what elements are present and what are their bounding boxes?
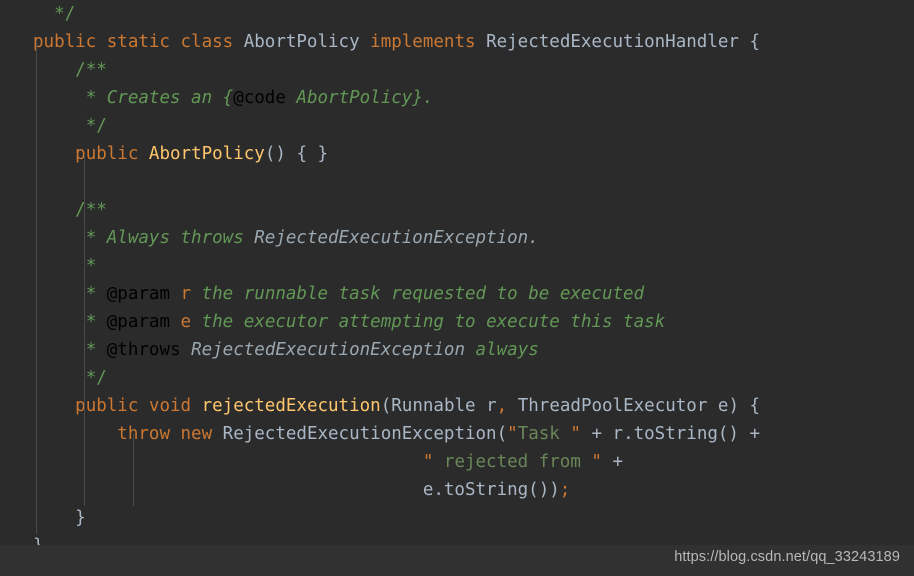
code-token: * <box>85 340 107 360</box>
code-token: { <box>749 32 761 52</box>
code-token: /** <box>75 60 107 80</box>
code-token: * <box>85 312 107 332</box>
code-token: " <box>570 424 581 444</box>
code-token: the runnable task requested to be execut… <box>191 284 645 304</box>
code-token: * Always throws <box>85 228 255 248</box>
code-line[interactable]: " rejected from " + <box>0 448 914 476</box>
code-token: RejectedExecutionException. <box>254 228 539 248</box>
code-line[interactable]: public AbortPolicy() { } <box>0 140 914 168</box>
code-token: { <box>749 396 761 416</box>
code-editor-surface[interactable]: */ public static class AbortPolicy implem… <box>0 0 914 556</box>
code-line[interactable]: * Creates an {@code AbortPolicy}. <box>0 84 914 112</box>
code-line[interactable]: /** <box>0 196 914 224</box>
code-token: */ <box>54 4 76 24</box>
code-token: , <box>496 396 508 416</box>
indent-guide <box>133 434 134 506</box>
code-line[interactable]: throw new RejectedExecutionException("Ta… <box>0 420 914 448</box>
code-token: } <box>75 508 86 528</box>
code-token: @param <box>106 284 170 304</box>
code-token: RejectedExecutionException( <box>222 424 508 444</box>
code-token: */ <box>85 368 107 388</box>
code-token: e <box>169 312 192 332</box>
code-token: " <box>507 424 518 444</box>
code-line[interactable]: e.toString()); <box>0 476 914 504</box>
code-token: " <box>422 452 434 472</box>
code-token: @throws <box>106 340 181 360</box>
indent-guide <box>84 154 85 214</box>
code-token: r <box>475 396 497 416</box>
code-line[interactable]: /** <box>0 56 914 84</box>
code-line[interactable]: */ <box>0 0 914 28</box>
indent-guide <box>36 42 37 534</box>
code-token: { } <box>296 144 329 164</box>
code-line[interactable]: */ <box>0 112 914 140</box>
code-token: Runnable <box>391 396 476 416</box>
code-token: ; <box>559 480 571 500</box>
code-token: r <box>169 284 192 304</box>
code-token: the executor attempting to execute this … <box>191 312 666 332</box>
code-line[interactable]: */ <box>0 364 914 392</box>
code-token: @param <box>106 312 170 332</box>
code-token: rejected from <box>433 452 592 472</box>
code-line[interactable] <box>0 168 914 196</box>
code-token: public void <box>75 396 202 416</box>
code-token: implements <box>359 32 487 52</box>
code-token: public static class <box>33 32 244 52</box>
code-token: () <box>264 144 297 164</box>
code-token: Task <box>517 424 571 444</box>
code-token: * <box>85 256 97 276</box>
code-token: rejectedExecution <box>201 396 381 416</box>
watermark-url: https://blog.csdn.net/qq_33243189 <box>674 549 900 565</box>
code-token: ThreadPoolExecutor e) <box>507 396 750 416</box>
code-token: @code <box>233 88 286 108</box>
code-token: + r.toString() + <box>580 424 761 444</box>
code-token: " <box>591 452 602 472</box>
code-token: AbortPolicy <box>148 144 265 164</box>
code-line[interactable]: * @throws RejectedExecutionException alw… <box>0 336 914 364</box>
code-line[interactable]: * @param e the executor attempting to ex… <box>0 308 914 336</box>
code-token: RejectedExecutionHandler <box>486 32 750 52</box>
code-line[interactable]: * Always throws RejectedExecutionExcepti… <box>0 224 914 252</box>
code-token: RejectedExecutionException <box>180 340 466 360</box>
code-token: + <box>601 452 624 472</box>
code-token: AbortPolicy}. <box>285 88 434 108</box>
indent-guide <box>84 210 85 506</box>
code-token: * <box>85 284 107 304</box>
code-token: e.toString()) <box>422 480 560 500</box>
code-line[interactable]: } <box>0 504 914 532</box>
code-token: AbortPolicy <box>243 32 360 52</box>
code-token: public <box>75 144 149 164</box>
code-token: ( <box>380 396 392 416</box>
code-token: always <box>465 340 539 360</box>
code-token: * Creates an { <box>85 88 234 108</box>
code-screenshot: */ public static class AbortPolicy implem… <box>0 0 914 576</box>
code-token: /** <box>75 200 107 220</box>
code-line[interactable]: * <box>0 252 914 280</box>
code-line[interactable]: public void rejectedExecution(Runnable r… <box>0 392 914 420</box>
code-line[interactable]: * @param r the runnable task requested t… <box>0 280 914 308</box>
code-token: */ <box>85 116 107 136</box>
code-line[interactable]: public static class AbortPolicy implemen… <box>0 28 914 56</box>
